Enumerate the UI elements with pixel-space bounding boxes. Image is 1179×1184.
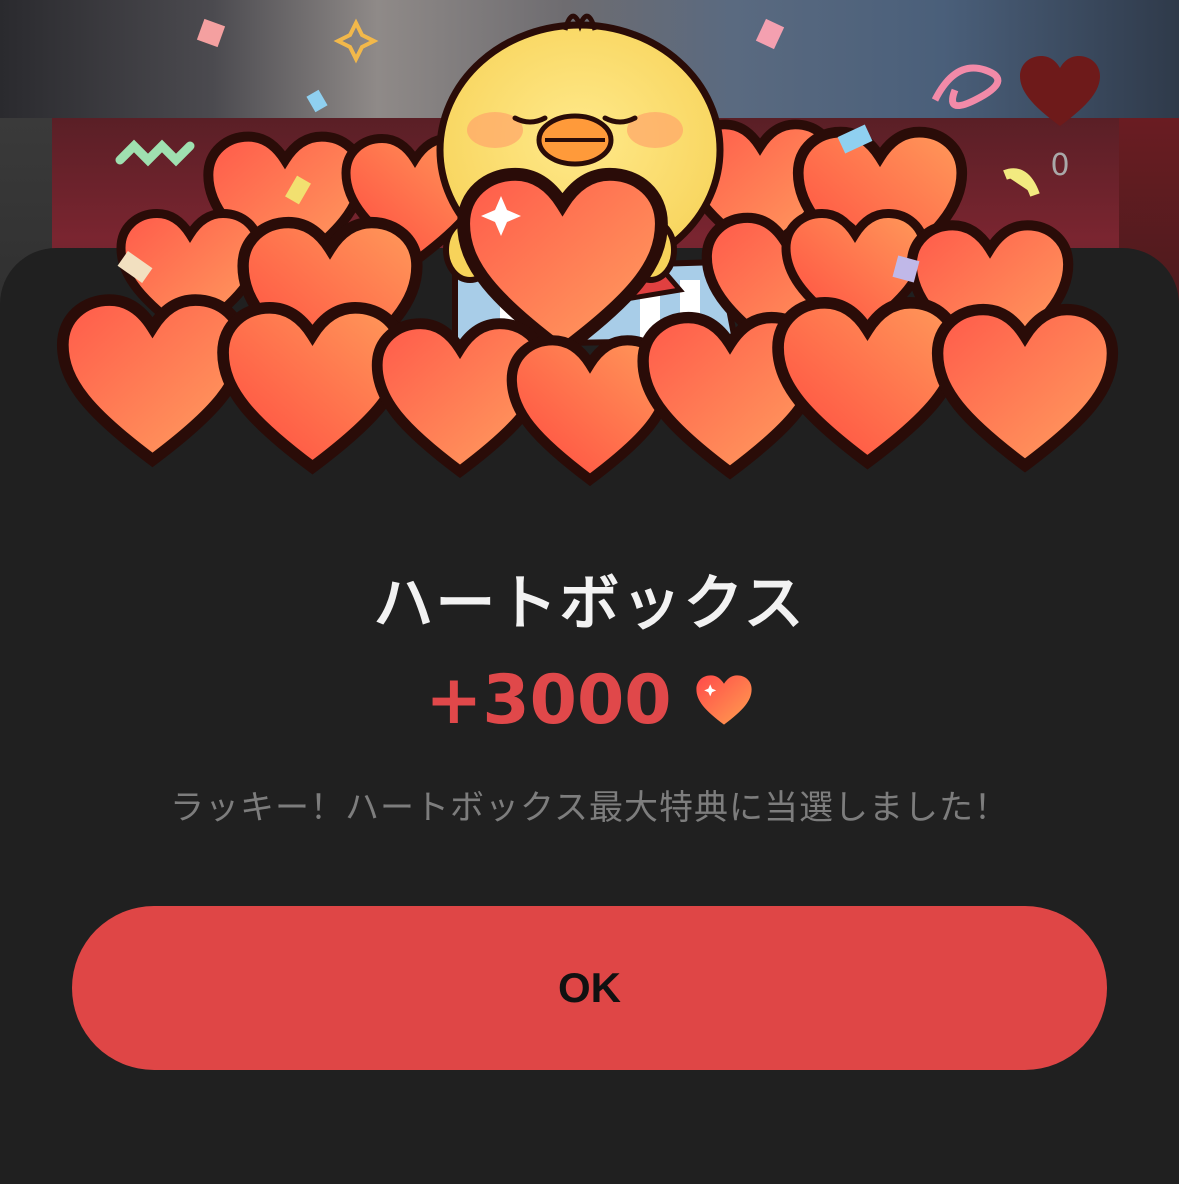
reward-row: +3000: [0, 660, 1179, 740]
reward-message: ラッキー！ハートボックス最大特典に当選しました！: [170, 788, 1009, 828]
reward-amount: +3000: [425, 660, 672, 740]
modal-title: ハートボックス: [373, 569, 806, 639]
screen: 0 ハートボックス +3000 ラッキー！ハートボックス最大特典に当選しました！…: [0, 0, 1179, 1184]
ok-button[interactable]: OK: [72, 906, 1107, 1070]
heart-box-illustration: [0, 13, 1179, 500]
heart-icon: [696, 675, 752, 725]
